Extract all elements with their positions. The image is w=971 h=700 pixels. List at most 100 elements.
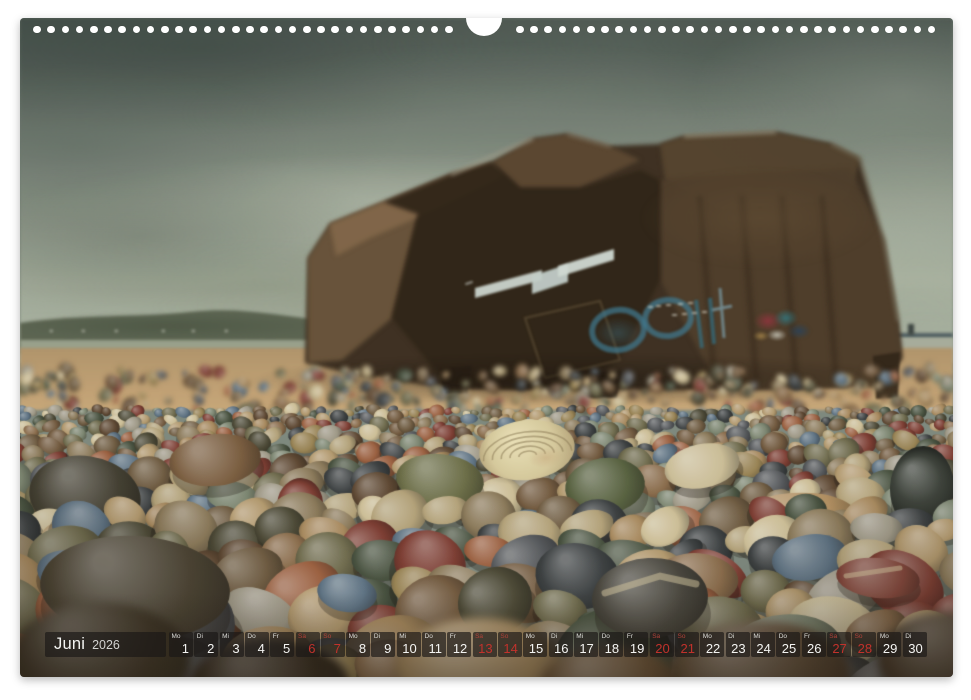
weekday-label: Sa [829,634,837,641]
day-number: 12 [453,642,467,655]
binding-hole [871,26,879,34]
day-cell-20: Sa20 [650,632,674,657]
weekday-label: Fr [627,634,633,641]
day-cell-7: So7 [321,632,345,657]
weekday-label: So [500,634,508,641]
calendar-photo-page: Juni 2026 Mo1Di2Mi3Do4Fr5Sa6So7Mo8Di9Mi1… [20,18,953,677]
binding-hole [530,26,538,34]
month-label: Juni [54,636,85,653]
day-cell-27: Sa27 [827,632,851,657]
binding-hole [601,26,609,34]
day-cell-11: Do11 [422,632,446,657]
weekday-label: Mi [222,634,229,641]
weekday-label: Do [779,634,787,641]
day-number: 28 [858,642,872,655]
day-number: 10 [402,642,416,655]
day-cell-19: Fr19 [624,632,648,657]
day-number: 4 [258,642,265,655]
day-cell-9: Di9 [371,632,395,657]
weekday-label: Mo [880,634,889,641]
day-number: 14 [503,642,517,655]
day-number: 22 [706,642,720,655]
day-number: 1 [182,642,189,655]
day-cell-23: Di23 [726,632,750,657]
binding-hole [885,26,893,34]
weekday-label: Mo [526,634,535,641]
binding-hole [104,26,112,34]
weekday-label: Fr [450,634,456,641]
day-number: 20 [655,642,669,655]
weekday-label: Di [374,634,380,641]
day-number: 16 [554,642,568,655]
day-number: 25 [782,642,796,655]
day-cell-30: Di30 [903,632,927,657]
weekday-label: Mo [172,634,181,641]
weekday-label: Sa [652,634,660,641]
day-cell-29: Mo29 [877,632,901,657]
day-number: 21 [681,642,695,655]
binding-hole [161,26,169,34]
weekday-label: Di [905,634,911,641]
weekday-label: Di [728,634,734,641]
weekday-label: Do [425,634,433,641]
binding-hole [658,26,666,34]
binding-hole [743,26,751,34]
day-cell-6: Sa6 [296,632,320,657]
day-cell-2: Di 2 [194,632,218,657]
weekday-label: Sa [298,634,306,641]
weekday-label: Mo [703,634,712,641]
day-number: 26 [807,642,821,655]
binding-hole [33,26,41,34]
day-number: 8 [359,642,366,655]
binding-hole [303,26,311,34]
day-cell-3: Mi3 [220,632,244,657]
day-cell-15: Mo15 [523,632,547,657]
day-cell-17: Mi17 [574,632,598,657]
binding-hole [317,26,325,34]
weekday-label: Fr [273,634,279,641]
day-cell-4: Do4 [245,632,269,657]
day-number: 6 [308,642,315,655]
weekday-label: Mi [399,634,406,641]
day-cell-1: Mo1 [169,632,193,657]
day-number: 7 [334,642,341,655]
weekday-label: Fr [804,634,810,641]
weekday-label: Do [602,634,610,641]
weekday-label: So [855,634,863,641]
day-number: 13 [478,642,492,655]
weekday-label: Di [551,634,557,641]
day-cell-10: Mi10 [397,632,421,657]
binding-hole [374,26,382,34]
binding-hole [90,26,98,34]
day-number: 17 [579,642,593,655]
day-cell-21: So21 [675,632,699,657]
calendar-product-page: { "calendar": { "month": "Juni", "year":… [0,0,971,700]
weekday-label: Mo [349,634,358,641]
day-cell-26: Fr26 [802,632,826,657]
day-cell-22: Mo22 [700,632,724,657]
day-cell-12: Fr12 [447,632,471,657]
weekday-label: Di [197,634,203,641]
weekday-label: So [678,634,686,641]
day-number: 27 [832,642,846,655]
binding-hole [516,26,524,34]
day-cell-24: Mi24 [751,632,775,657]
day-number: 11 [429,642,443,655]
day-number: 3 [232,642,239,655]
photo-beach-bunker [20,18,953,677]
day-number: 5 [283,642,290,655]
day-number: 19 [630,642,644,655]
day-number: 30 [908,642,922,655]
day-number: 29 [883,642,897,655]
binding-hole [672,26,680,34]
day-number: 2 [207,642,214,655]
month-label-box: Juni 2026 [45,632,166,657]
day-cell-25: Do25 [776,632,800,657]
day-cell-14: So14 [498,632,522,657]
weekday-label: Do [247,634,255,641]
weekday-label: So [323,634,331,641]
day-cell-8: Mo8 [346,632,370,657]
binding-hole [246,26,254,34]
day-number: 24 [756,642,770,655]
day-cell-18: Do18 [599,632,623,657]
